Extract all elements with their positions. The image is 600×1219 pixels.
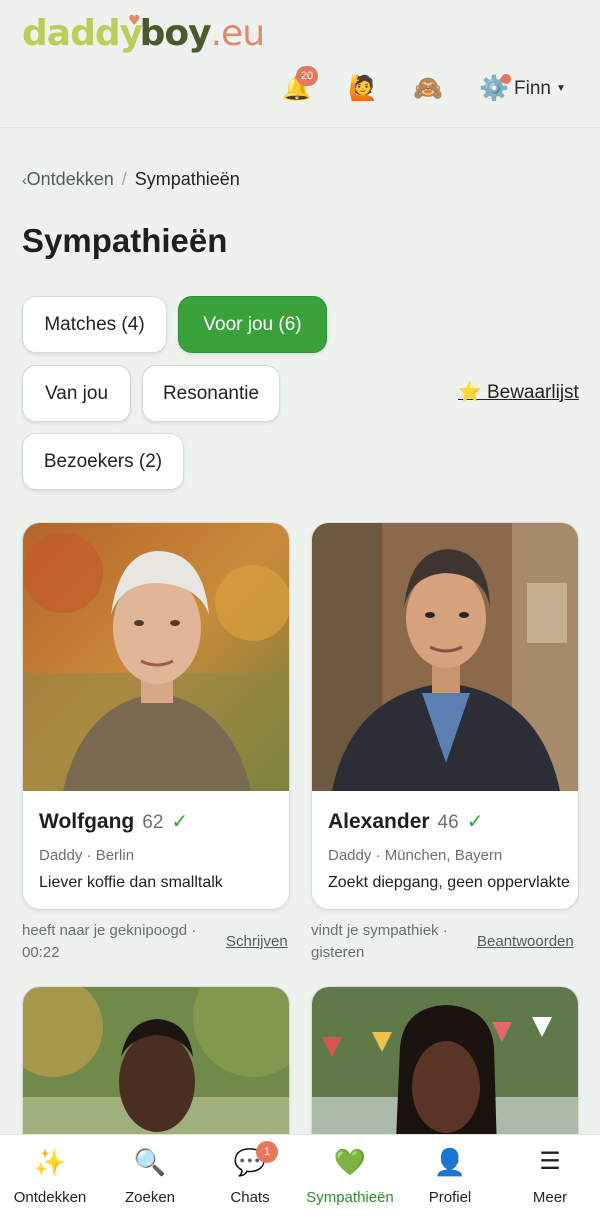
profile-name: Wolfgang [39,810,135,833]
profile-age: 62 [142,812,164,833]
reply-button[interactable]: Beantwoorden [477,933,574,950]
filter-bezoekers[interactable]: Bezoekers (2) [22,433,184,490]
user-menu-name[interactable]: Finn [514,78,551,100]
filter-van-jou[interactable]: Van jou [22,365,131,422]
page-title: Sympathieën [22,222,228,259]
menu-icon: ☰ [539,1148,561,1175]
nav-profiel[interactable]: 👤 Profiel [400,1135,500,1219]
logo-part-domain: .eu [210,13,265,54]
logo-part-boy: boy [139,13,212,54]
profile-tagline: Zoekt diepgang, geen oppervlakte [328,874,570,891]
activity-text: heeft naar je geknipoogd · [22,922,197,939]
wave-person-icon[interactable]: 🙋 [348,74,378,104]
search-icon: 🔍 [133,1147,167,1177]
chat-icon: 💬 [233,1147,267,1177]
nav-label: Sympathieën [306,1189,394,1206]
logo-part-daddy: daddy [22,13,143,54]
breadcrumb-back-label: Ontdekken [26,169,114,189]
filter-resonantie[interactable]: Resonantie [142,365,280,422]
activity-time: 00:22 [22,944,60,961]
profile-card[interactable]: Alexander 46 ✓ Daddy · München, Bayern Zoe… [311,522,579,910]
chevron-down-icon[interactable]: ▼ [556,83,566,94]
nav-meer[interactable]: ☰ Meer [500,1135,600,1219]
logo-heart-icon: ♥ [128,13,141,29]
verified-check-icon: ✓ [466,811,484,833]
nav-label: Ontdekken [13,1189,87,1206]
card-title: Wolfgang 62 ✓ [39,809,188,834]
profile-card[interactable]: Wolfgang 62 ✓ Daddy · Berlin Liever koffie… [22,522,290,910]
chats-badge: 1 [256,1141,278,1163]
activity-note: heeft naar je geknipoogd · 00:22 [22,920,196,964]
profile-age: 46 [437,812,459,833]
notifications-badge: 20 [296,66,318,86]
nav-ontdekken[interactable]: ✨ Ontdekken [0,1135,100,1219]
profile-photo [312,523,578,791]
star-icon: ⭐ [458,382,482,403]
activity-text: vindt je sympathiek · [311,922,448,939]
profile-meta: Daddy · München, Bayern [328,847,503,864]
settings-dot [501,74,511,84]
nav-chats[interactable]: 💬 1 Chats [200,1135,300,1219]
bottom-navigation: ✨ Ontdekken 🔍 Zoeken 💬 1 Chats 💚 Sympath… [0,1134,600,1219]
card-title: Alexander 46 ✓ [328,809,483,834]
nav-label: Profiel [428,1189,472,1206]
sparkles-icon: ✨ [33,1147,67,1177]
activity-time: gisteren [311,944,365,961]
heart-icon: 💚 [333,1147,367,1177]
brand-logo[interactable]: daddy♥boy.eu [22,10,265,65]
write-button[interactable]: Schrijven [226,933,288,950]
verified-check-icon: ✓ [171,811,189,833]
breadcrumb-current: Sympathieën [134,169,240,189]
header-actions: 🔔 20 🙋 🙈 ⚙️ Finn ▼ [0,66,600,112]
activity-note: vindt je sympathiek · gisteren [311,920,448,964]
see-no-evil-monkey-icon[interactable]: 🙈 [413,74,443,104]
nav-label: Zoeken [124,1189,176,1206]
filter-voor-jou[interactable]: Voor jou (6) [178,296,327,353]
saved-list-link[interactable]: ⭐ Bewaarlijst [458,380,579,404]
profile-photo [23,523,289,791]
saved-list-label: Bewaarlijst [486,382,579,403]
profile-icon: 👤 [433,1147,467,1177]
nav-sympathieen[interactable]: 💚 Sympathieën [300,1135,400,1219]
profile-meta: Daddy · Berlin [39,847,135,864]
nav-label: Meer [532,1189,568,1206]
profile-tagline: Liever koffie dan smalltalk [39,874,223,891]
breadcrumb-separator: / [121,169,127,189]
filter-matches[interactable]: Matches (4) [22,296,167,353]
app-header: daddy♥boy.eu 🔔 20 🙋 🙈 ⚙️ Finn ▼ [0,0,600,128]
breadcrumb-back[interactable]: ‹Ontdekken [22,169,114,189]
nav-zoeken[interactable]: 🔍 Zoeken [100,1135,200,1219]
nav-label: Chats [230,1189,270,1206]
profile-name: Alexander [328,810,430,833]
breadcrumb: ‹Ontdekken / Sympathieën [22,168,240,191]
